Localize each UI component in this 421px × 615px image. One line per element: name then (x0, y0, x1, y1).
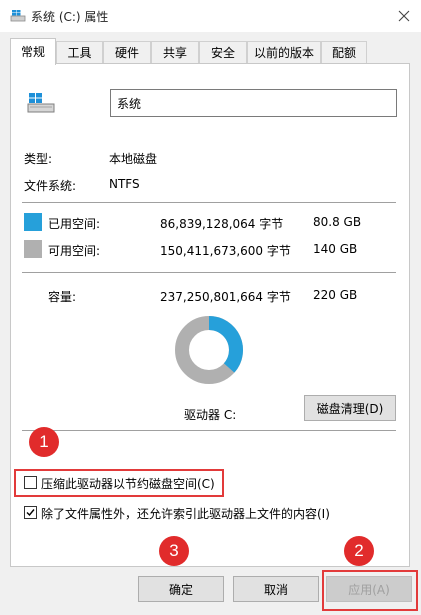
capacity-bytes: 237,250,801,664 字节 (160, 290, 291, 304)
tab-security[interactable]: 安全 (199, 41, 247, 63)
index-checkbox[interactable] (24, 506, 37, 519)
cancel-button[interactable]: 取消 (233, 576, 319, 602)
highlight-box (322, 570, 418, 611)
compress-checkbox[interactable] (24, 476, 37, 489)
free-space-size: 140 GB (313, 242, 358, 256)
separator (22, 272, 396, 273)
tab-quota[interactable]: 配额 (321, 41, 367, 63)
filesystem-value: NTFS (109, 177, 140, 191)
drive-icon (10, 10, 26, 22)
checkmark-icon (26, 509, 35, 517)
separator (22, 430, 396, 431)
highlight-box (14, 469, 224, 497)
free-space-swatch (24, 240, 42, 258)
used-space-label: 已用空间: (48, 217, 101, 231)
used-space-bytes: 86,839,128,064 字节 (160, 217, 284, 231)
drive-name-input[interactable] (110, 89, 397, 117)
disk-cleanup-button[interactable]: 磁盘清理(D) (304, 395, 396, 421)
usage-donut (175, 316, 243, 384)
used-space-arc (208, 316, 243, 373)
used-space-size: 80.8 GB (313, 215, 362, 229)
capacity-label: 容量: (48, 290, 77, 304)
tab-hardware[interactable]: 硬件 (103, 41, 151, 63)
annotation-badge-3: 3 (159, 536, 189, 566)
free-space-bytes: 150,411,673,600 字节 (160, 244, 291, 258)
tab-sharing[interactable]: 共享 (151, 41, 199, 63)
tab-tools[interactable]: 工具 (56, 41, 103, 63)
free-space-label: 可用空间: (48, 244, 101, 258)
close-button[interactable] (392, 4, 416, 28)
type-label: 类型: (24, 152, 53, 166)
index-label[interactable]: 除了文件属性外，还允许索引此驱动器上文件的内容(I) (41, 505, 330, 522)
ok-button[interactable]: 确定 (138, 576, 224, 602)
tab-previous-versions[interactable]: 以前的版本 (247, 41, 321, 63)
window-title: 系统 (C:) 属性 (31, 10, 109, 24)
separator (22, 202, 396, 203)
tab-general[interactable]: 常规 (10, 38, 56, 65)
annotation-badge-1: 1 (29, 427, 59, 457)
capacity-size: 220 GB (313, 288, 358, 302)
annotation-badge-2: 2 (344, 536, 374, 566)
used-space-swatch (24, 213, 42, 231)
drive-large-icon (27, 93, 55, 113)
drive-caption: 驱动器 C: (184, 408, 237, 422)
type-value: 本地磁盘 (109, 152, 158, 166)
close-icon (398, 10, 410, 22)
filesystem-label: 文件系统: (24, 179, 77, 193)
